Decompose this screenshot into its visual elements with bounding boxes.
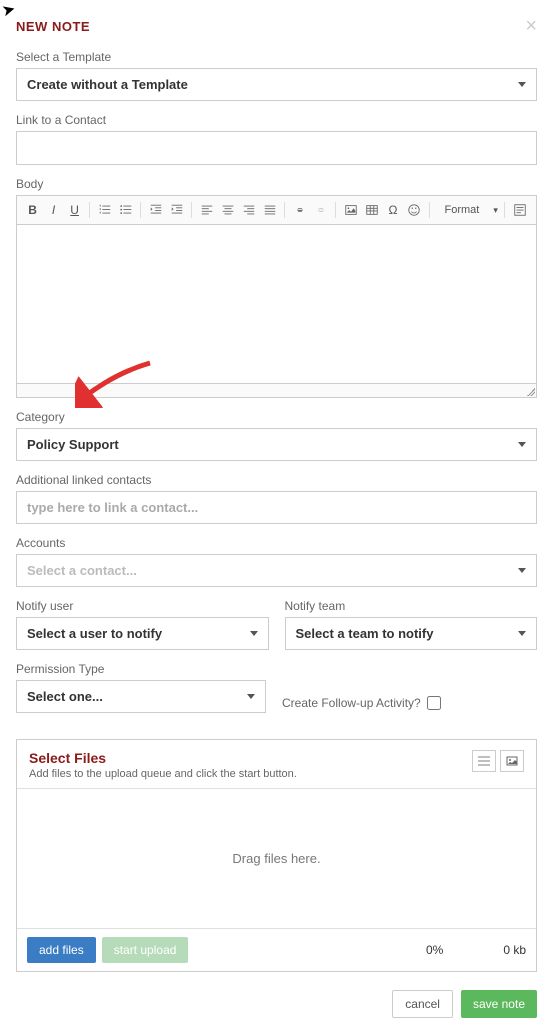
additional-contacts-field: Additional linked contacts type here to …: [16, 473, 537, 524]
body-field: Body B I U Ω Format: [16, 177, 537, 398]
drop-zone[interactable]: Drag files here.: [17, 788, 536, 928]
add-files-button[interactable]: add files: [27, 937, 96, 963]
outdent-icon[interactable]: [146, 200, 165, 220]
separator: [191, 202, 192, 218]
followup-label: Create Follow-up Activity?: [282, 696, 421, 710]
modal-header: NEW NOTE ×: [16, 16, 537, 36]
notify-row: Notify user Select a user to notify Noti…: [16, 599, 537, 662]
template-label: Select a Template: [16, 50, 537, 64]
upload-subtitle: Add files to the upload queue and click …: [29, 768, 297, 780]
chevron-down-icon: [247, 694, 255, 699]
permission-row: Permission Type Select one... Create Fol…: [16, 662, 537, 725]
notify-team-select[interactable]: Select a team to notify: [285, 617, 538, 650]
separator: [89, 202, 90, 218]
link-icon[interactable]: [290, 200, 309, 220]
unlink-icon[interactable]: [311, 200, 330, 220]
close-icon[interactable]: ×: [525, 16, 537, 36]
notify-team-field: Notify team Select a team to notify: [285, 599, 538, 650]
omega-icon[interactable]: Ω: [383, 200, 402, 220]
notify-user-field: Notify user Select a user to notify: [16, 599, 269, 650]
editor-textarea[interactable]: [16, 224, 537, 384]
additional-contacts-placeholder: type here to link a contact...: [27, 500, 198, 515]
category-select[interactable]: Policy Support: [16, 428, 537, 461]
template-select[interactable]: Create without a Template: [16, 68, 537, 101]
separator: [140, 202, 141, 218]
table-icon[interactable]: [362, 200, 381, 220]
bold-icon[interactable]: B: [23, 200, 42, 220]
indent-icon[interactable]: [167, 200, 186, 220]
template-value: Create without a Template: [27, 77, 188, 92]
separator: [429, 202, 430, 218]
chevron-down-icon: [250, 631, 258, 636]
new-note-modal: NEW NOTE × Select a Template Create with…: [0, 0, 553, 1034]
upload-stats: 0% 0 kb: [426, 943, 526, 957]
notify-user-select[interactable]: Select a user to notify: [16, 617, 269, 650]
separator: [335, 202, 336, 218]
align-right-icon[interactable]: [239, 200, 258, 220]
notify-user-label: Notify user: [16, 599, 269, 613]
upload-header: Select Files Add files to the upload que…: [17, 740, 536, 788]
additional-contacts-label: Additional linked contacts: [16, 473, 537, 487]
permission-field: Permission Type Select one...: [16, 662, 266, 713]
chevron-down-icon: [518, 442, 526, 447]
body-label: Body: [16, 177, 537, 191]
save-note-button[interactable]: save note: [461, 990, 537, 1018]
editor-footer: [16, 384, 537, 398]
modal-footer: cancel save note: [16, 990, 537, 1018]
editor-toolbar: B I U Ω Format ▾: [16, 195, 537, 224]
resize-handle-icon[interactable]: [527, 388, 535, 396]
accounts-placeholder: Select a contact...: [27, 563, 137, 578]
ordered-list-icon[interactable]: [95, 200, 114, 220]
source-icon[interactable]: [511, 200, 530, 220]
separator: [284, 202, 285, 218]
category-field: Category Policy Support: [16, 410, 537, 461]
align-center-icon[interactable]: [218, 200, 237, 220]
chevron-down-icon: [518, 568, 526, 573]
start-upload-button[interactable]: start upload: [102, 937, 189, 963]
upload-percent: 0%: [426, 943, 443, 957]
category-value: Policy Support: [27, 437, 119, 452]
drop-zone-text: Drag files here.: [232, 851, 320, 866]
link-contact-field: Link to a Contact: [16, 113, 537, 165]
accounts-label: Accounts: [16, 536, 537, 550]
template-field: Select a Template Create without a Templ…: [16, 50, 537, 101]
align-left-icon[interactable]: [197, 200, 216, 220]
upload-title: Select Files: [29, 750, 297, 766]
upload-panel: Select Files Add files to the upload que…: [16, 739, 537, 972]
underline-icon[interactable]: U: [65, 200, 84, 220]
image-icon[interactable]: [341, 200, 360, 220]
upload-view-toggle: [472, 750, 524, 772]
align-justify-icon[interactable]: [260, 200, 279, 220]
emoji-icon[interactable]: [405, 200, 424, 220]
cancel-button[interactable]: cancel: [392, 990, 453, 1018]
accounts-select[interactable]: Select a contact...: [16, 554, 537, 587]
followup-field: Create Follow-up Activity?: [282, 680, 441, 725]
notify-team-label: Notify team: [285, 599, 538, 613]
accounts-field: Accounts Select a contact...: [16, 536, 537, 587]
modal-title: NEW NOTE: [16, 19, 90, 34]
list-view-icon[interactable]: [472, 750, 496, 772]
followup-checkbox[interactable]: [427, 696, 441, 710]
upload-footer: add files start upload 0% 0 kb: [17, 928, 536, 971]
format-dropdown[interactable]: Format ▾: [439, 202, 505, 218]
permission-select[interactable]: Select one...: [16, 680, 266, 713]
link-contact-label: Link to a Contact: [16, 113, 537, 127]
link-contact-input[interactable]: [16, 131, 537, 165]
grid-view-icon[interactable]: [500, 750, 524, 772]
upload-size: 0 kb: [503, 943, 526, 957]
permission-label: Permission Type: [16, 662, 266, 676]
italic-icon[interactable]: I: [44, 200, 63, 220]
format-label: Format: [445, 204, 480, 216]
unordered-list-icon[interactable]: [116, 200, 135, 220]
category-label: Category: [16, 410, 537, 424]
chevron-down-icon: [518, 631, 526, 636]
chevron-down-icon: [518, 82, 526, 87]
notify-team-placeholder: Select a team to notify: [296, 626, 434, 641]
notify-user-placeholder: Select a user to notify: [27, 626, 162, 641]
additional-contacts-input[interactable]: type here to link a contact...: [16, 491, 537, 524]
permission-placeholder: Select one...: [27, 689, 103, 704]
